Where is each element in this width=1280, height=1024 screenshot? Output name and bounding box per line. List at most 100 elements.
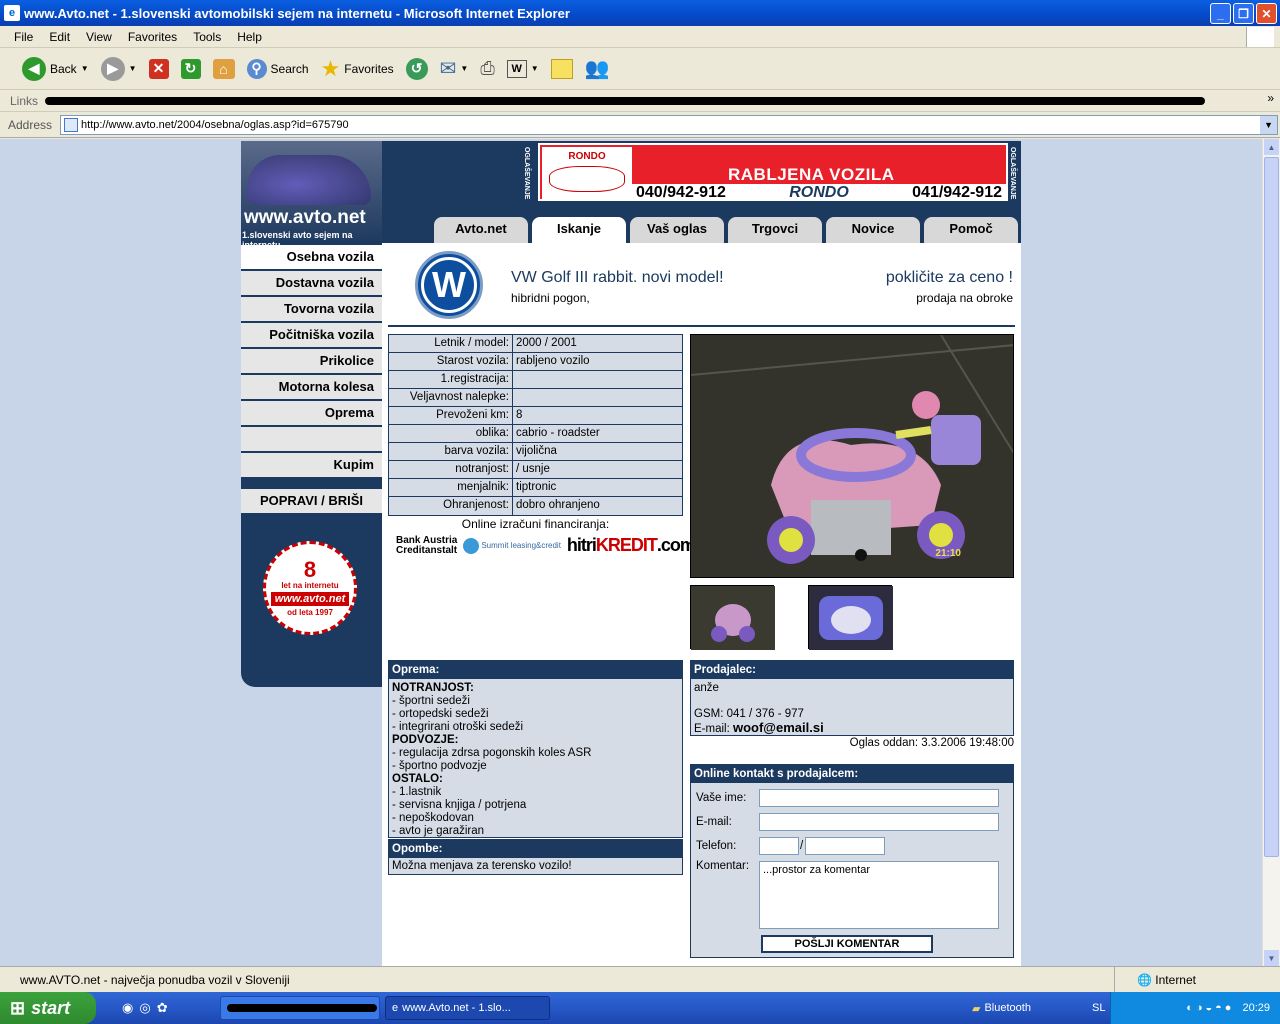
spec-row: 1.registracija:	[389, 371, 682, 389]
spec-row: Veljavnost nalepke:	[389, 389, 682, 407]
sidebar-item-pocitniska-vozila[interactable]: Počitniška vozila	[241, 323, 382, 349]
spec-value: dobro ohranjeno	[513, 497, 682, 515]
ad-detail: W VW Golf III rabbit. novi model! hibrid…	[382, 243, 1021, 966]
windows-flag-icon: ⊞	[10, 997, 26, 1018]
windows-logo-icon	[1246, 27, 1274, 47]
forward-dropdown-icon[interactable]: ▼	[129, 64, 137, 73]
edit-dropdown-icon[interactable]: ▼	[531, 64, 539, 73]
sidebar-item-dostavna-vozila[interactable]: Dostavna vozila	[241, 271, 382, 297]
banner-phone-left: 040/942-912	[636, 184, 726, 201]
bank-austria-link[interactable]: Bank Austria Creditanstalt	[396, 535, 457, 556]
discuss-button[interactable]	[547, 57, 577, 81]
scroll-down-arrow-icon[interactable]: ▼	[1264, 950, 1279, 966]
spec-key: barva vozila:	[389, 443, 513, 460]
tray-icons[interactable]: ◐◑◒◓●	[1186, 1002, 1234, 1014]
forward-button[interactable]: ▶ ▼	[97, 55, 141, 83]
quicklaunch-ie-icon[interactable]: ◉	[122, 1000, 133, 1016]
home-button[interactable]: ⌂	[209, 57, 239, 81]
sidebar-item-kupim[interactable]: Kupim	[241, 453, 382, 479]
quicklaunch-app-icon[interactable]: ✿	[157, 1000, 168, 1016]
edit-button[interactable]: W ▼	[503, 58, 543, 80]
phone-number-input[interactable]	[805, 837, 885, 855]
phone-prefix-input[interactable]	[759, 837, 799, 855]
search-label: Search	[270, 61, 309, 76]
close-button[interactable]: ✕	[1256, 3, 1277, 24]
print-button[interactable]: ⎙	[476, 56, 498, 81]
send-comment-button[interactable]: POŠLJI KOMENTAR	[761, 935, 933, 953]
stop-icon: ✕	[148, 58, 169, 79]
mail-dropdown-icon[interactable]: ▼	[460, 64, 468, 73]
tab-pomoc[interactable]: Pomoč	[924, 217, 1018, 243]
sidebar-item-tovorna-vozila[interactable]: Tovorna vozila	[241, 297, 382, 323]
address-input[interactable]: http://www.avto.net/2004/osebna/oglas.as…	[60, 114, 1279, 135]
start-button[interactable]: ⊞ start	[0, 992, 96, 1024]
menu-file[interactable]: File	[6, 30, 41, 44]
equipment-line: - avto je garažiran	[392, 825, 485, 837]
tab-trgovci[interactable]: Trgovci	[728, 217, 822, 243]
taskbar-task-avto[interactable]: e www.Avto.net - 1.slo...	[385, 996, 550, 1020]
seller-name: anže	[694, 682, 719, 694]
spec-row: Letnik / model: 2000 / 2001	[389, 335, 682, 353]
taskbar-task-redacted[interactable]	[220, 996, 380, 1020]
seller-email-link[interactable]: woof@email.si	[733, 720, 824, 735]
taskbar-bluetooth[interactable]: ▰ Bluetooth	[966, 996, 1076, 1020]
spec-key: Ohranjenost:	[389, 497, 513, 515]
links-bar: Links »	[0, 90, 1280, 112]
main-photo[interactable]: 21:10	[690, 334, 1014, 578]
email-input[interactable]	[759, 813, 999, 831]
sidebar-item-popravi-brisi[interactable]: POPRAVI / BRIŠI	[241, 489, 382, 515]
ad-side-label-right: OGLAŠEVANJE	[1009, 147, 1016, 200]
maximize-button[interactable]: ❐	[1233, 3, 1254, 24]
history-button[interactable]: ↺	[402, 56, 432, 82]
word-edit-icon: W	[506, 59, 527, 78]
tab-avto-net[interactable]: Avto.net	[434, 217, 528, 243]
summit-leasing-link[interactable]: Summit leasing&credit	[463, 537, 561, 554]
menu-favorites[interactable]: Favorites	[120, 30, 185, 44]
spec-value: rabljeno vozilo	[513, 353, 682, 370]
back-dropdown-icon[interactable]: ▼	[81, 64, 89, 73]
rondo-logo: RONDO	[542, 147, 632, 199]
status-text: www.AVTO.net - največja ponudba vozil v …	[0, 967, 1115, 992]
back-button[interactable]: ◀ Back ▼	[18, 55, 93, 83]
tricycle-photo-image	[691, 335, 1013, 577]
menu-help[interactable]: Help	[229, 30, 270, 44]
spec-table: Letnik / model: 2000 / 2001 Starost vozil…	[388, 334, 683, 516]
sidebar-item-osebna-vozila[interactable]: Osebna vozila	[241, 245, 382, 271]
name-label: Vaše ime:	[696, 792, 747, 804]
menu-view[interactable]: View	[78, 30, 120, 44]
sidebar-item-motorna-kolesa[interactable]: Motorna kolesa	[241, 375, 382, 401]
sidebar-item-prikolice[interactable]: Prikolice	[241, 349, 382, 375]
ie-icon: e	[4, 5, 20, 21]
favorites-button[interactable]: ★ Favorites	[317, 54, 398, 84]
tab-novice[interactable]: Novice	[826, 217, 920, 243]
vertical-scrollbar[interactable]: ▲ ▼	[1262, 139, 1280, 966]
links-overflow-chevron-icon[interactable]: »	[1267, 91, 1274, 105]
site-logo[interactable]: www.avto.net 1.slovenski avto sejem na i…	[241, 141, 382, 250]
scroll-up-arrow-icon[interactable]: ▲	[1264, 139, 1279, 155]
divider	[388, 325, 1015, 327]
stop-button[interactable]: ✕	[145, 57, 173, 81]
menu-edit[interactable]: Edit	[41, 30, 78, 44]
thumbnail-1[interactable]	[690, 585, 775, 650]
thumbnail-1-image	[691, 586, 775, 650]
site-container: www.avto.net 1.slovenski avto sejem na i…	[241, 141, 1021, 966]
anniversary-badge[interactable]: 8 let na internetu www.avto.net od leta …	[263, 541, 357, 635]
refresh-button[interactable]: ↻	[177, 57, 205, 81]
search-button[interactable]: ⚲ Search	[243, 57, 313, 81]
hitrikredit-link[interactable]: hitriKREDIT.com	[567, 535, 696, 556]
tab-vas-oglas[interactable]: Vaš oglas	[630, 217, 724, 243]
quicklaunch-firefox-icon[interactable]: ◎	[139, 1000, 150, 1016]
menu-tools[interactable]: Tools	[185, 30, 229, 44]
tab-iskanje[interactable]: Iskanje	[532, 217, 626, 243]
name-input[interactable]	[759, 789, 999, 807]
mail-button[interactable]: ✉ ▼	[436, 54, 473, 83]
minimize-button[interactable]: _	[1210, 3, 1231, 24]
messenger-button[interactable]: 👥	[581, 54, 614, 83]
address-dropdown-icon[interactable]: ▼	[1260, 115, 1278, 134]
sidebar-item-oprema[interactable]: Oprema	[241, 401, 382, 427]
comment-textarea[interactable]: ...prostor za komentar	[759, 861, 999, 929]
photo-timestamp: 21:10	[935, 548, 961, 559]
scrollbar-thumb[interactable]	[1264, 157, 1279, 857]
rondo-banner[interactable]: RONDO RABLJENA VOZILA 040/942-912 RONDO …	[538, 143, 1008, 201]
thumbnail-2[interactable]	[808, 585, 893, 650]
